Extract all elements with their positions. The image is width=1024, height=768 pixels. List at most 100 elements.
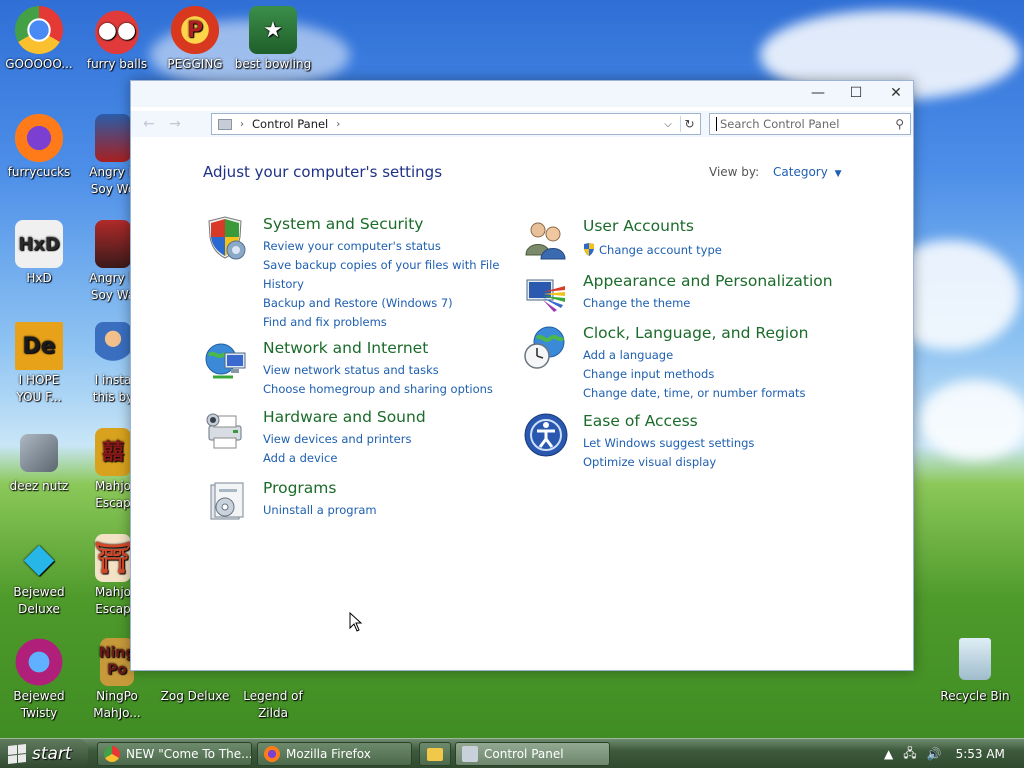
shield-icon [208, 216, 246, 260]
desktop-icon-i-hope[interactable]: De I HOPE YOU F... [0, 322, 78, 406]
volume-icon[interactable]: 🔊 [927, 747, 942, 761]
desktop-icon-hxd[interactable]: HxD HxD [0, 220, 78, 287]
breadcrumb-control-panel[interactable]: Control Panel [252, 117, 328, 131]
desktop-icon-label: Recycle Bin [940, 689, 1010, 703]
taskbar-button-chrome[interactable]: NEW "Come To The... [97, 742, 252, 766]
text-caret [716, 117, 717, 131]
taskbar-button-firefox[interactable]: Mozilla Firefox [257, 742, 412, 766]
navigation-bar: ← → › Control Panel › ⌵ ↻ Search Control… [131, 111, 913, 137]
start-label: start [32, 744, 72, 764]
forward-button[interactable]: → [163, 114, 187, 134]
windows-stack-icon [20, 434, 58, 472]
display-colors-icon [526, 279, 565, 312]
users-icon [525, 222, 566, 260]
control-panel-content: Adjust your computer's settings View by:… [131, 141, 913, 671]
windows-logo-icon [8, 744, 26, 764]
taskbar: start NEW "Come To The... Mozilla Firefo… [0, 738, 1024, 768]
link-file-history[interactable]: Save backup copies of your files with Fi… [263, 256, 513, 294]
category-title[interactable]: Programs [263, 479, 336, 497]
link-uninstall-program[interactable]: Uninstall a program [263, 501, 513, 520]
taskbar-button-file-explorer[interactable] [419, 742, 451, 766]
furry-ball-icon: ●● [93, 6, 141, 54]
category-links: View devices and printers Add a device [263, 430, 513, 468]
desktop-icon-best-bowling[interactable]: ★ best bowling [234, 6, 312, 73]
link-review-status[interactable]: Review your computer's status [263, 237, 513, 256]
category-links: Review your computer's status Save backu… [263, 237, 513, 332]
link-find-fix[interactable]: Find and fix problems [263, 313, 513, 332]
chrome-icon [15, 6, 63, 54]
link-homegroup[interactable]: Choose homegroup and sharing options [263, 380, 513, 399]
title-bar[interactable]: — ☐ ✕ [131, 81, 913, 107]
taskbar-button-control-panel[interactable]: Control Panel [455, 742, 610, 766]
link-backup-restore[interactable]: Backup and Restore (Windows 7) [263, 294, 513, 313]
search-input[interactable]: Search Control Panel ⚲ [709, 113, 911, 135]
category-title[interactable]: Clock, Language, and Region [583, 324, 808, 342]
ningpo-icon: Ning Po [99, 638, 135, 686]
desktop-icon-label: Bejewed Twisty [13, 689, 65, 720]
link-add-device[interactable]: Add a device [263, 449, 513, 468]
link-devices-printers[interactable]: View devices and printers [263, 430, 513, 449]
refresh-icon[interactable]: ↻ [680, 116, 698, 132]
link-add-language[interactable]: Add a language [583, 346, 833, 365]
chevron-down-icon[interactable]: ⌵ [660, 116, 676, 132]
search-placeholder: Search Control Panel [720, 117, 840, 131]
link-change-theme[interactable]: Change the theme [583, 294, 833, 313]
link-network-status[interactable]: View network status and tasks [263, 361, 513, 380]
address-bar[interactable]: › Control Panel › ⌵ ↻ [211, 113, 701, 135]
start-button[interactable]: start [0, 739, 88, 768]
desktop-icon-furrycucks[interactable]: furrycucks [0, 114, 78, 181]
dropdown-arrow-icon[interactable]: ▼ [835, 169, 842, 179]
taskbar-button-label: Control Panel [484, 747, 564, 761]
link-change-account-type-label: Change account type [599, 243, 722, 257]
desktop-icon-label: GOOOOO... [5, 57, 73, 71]
taskbar-button-label: Mozilla Firefox [286, 747, 371, 761]
desktop-icon-recycle-bin[interactable]: Recycle Bin [936, 638, 1014, 705]
page-title: Adjust your computer's settings [203, 163, 443, 181]
link-input-methods[interactable]: Change input methods [583, 365, 833, 384]
link-date-time-formats[interactable]: Change date, time, or number formats [583, 384, 833, 403]
mouse-cursor-icon [349, 612, 363, 632]
desktop-icon-pegging[interactable]: P PEGGING [156, 6, 234, 73]
breadcrumb-separator[interactable]: › [336, 119, 340, 130]
category-title[interactable]: System and Security [263, 215, 423, 233]
maximize-button[interactable]: ☐ [837, 81, 875, 105]
search-icon[interactable]: ⚲ [895, 117, 904, 131]
desktop-icon-label: best bowling [234, 57, 312, 71]
category-title[interactable]: Network and Internet [263, 339, 428, 357]
minimize-button[interactable]: — [799, 81, 837, 105]
link-optimize-display[interactable]: Optimize visual display [583, 453, 833, 472]
category-title[interactable]: Hardware and Sound [263, 408, 426, 426]
desktop-icon-bejeweled-twisty[interactable]: Bejewed Twisty [0, 638, 78, 722]
desktop-icon-chrome[interactable]: GOOOOO... [0, 6, 78, 73]
desktop-icon-bejeweled-deluxe[interactable]: ◆ Bejewed Deluxe [0, 534, 78, 618]
taskbar-button-label: NEW "Come To The... [126, 747, 252, 761]
category-links: Add a language Change input methods Chan… [583, 346, 833, 403]
clock-globe-icon [524, 326, 565, 369]
category-links: Let Windows suggest settings Optimize vi… [583, 434, 833, 472]
desktop-icon-label: deez nutz [9, 479, 69, 493]
firefox-icon [15, 114, 63, 162]
desktop-icon-label: furrycucks [7, 165, 71, 179]
character-icon [95, 322, 131, 370]
bejeweled-icon: ◆ [23, 534, 55, 581]
category-title[interactable]: Ease of Access [583, 412, 698, 430]
desktop-icon-deez-nutz[interactable]: deez nutz [0, 428, 78, 495]
firefox-icon [264, 746, 280, 762]
desktop-icon-furry-balls[interactable]: ●● furry balls [78, 6, 156, 73]
ease-of-access-icon [524, 413, 568, 457]
network-icon[interactable]: 🖧 [903, 744, 916, 765]
link-suggest-settings[interactable]: Let Windows suggest settings [583, 434, 833, 453]
back-button[interactable]: ← [137, 114, 161, 134]
show-hidden-icons-icon[interactable]: ▲ [884, 747, 893, 761]
clock[interactable]: 5:53 AM [956, 747, 1005, 761]
view-by-dropdown[interactable]: Category [773, 165, 828, 179]
category-links: Change the theme [583, 294, 833, 313]
link-change-account-type[interactable]: Change account type [583, 241, 833, 260]
category-title[interactable]: User Accounts [583, 217, 694, 235]
category-title[interactable]: Appearance and Personalization [583, 272, 833, 290]
desktop-icon-label: Bejewed Deluxe [13, 585, 65, 616]
close-button[interactable]: ✕ [877, 81, 915, 105]
desktop-icon-label: furry balls [86, 57, 148, 71]
view-by-label: View by: [709, 165, 760, 179]
uac-shield-icon [584, 243, 594, 256]
